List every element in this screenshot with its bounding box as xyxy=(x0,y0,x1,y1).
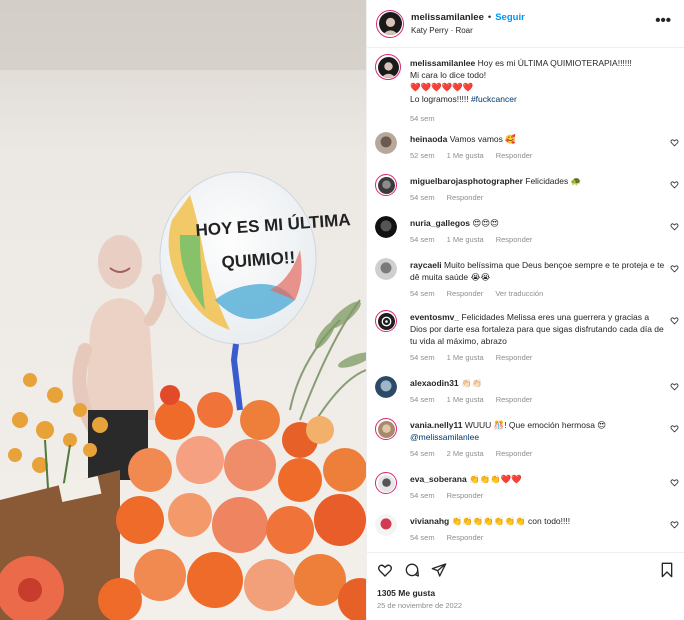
commenter-avatar[interactable] xyxy=(375,418,397,440)
comment-text: 👏👏👏❤️❤️ xyxy=(469,474,522,484)
heart-icon[interactable] xyxy=(670,222,679,231)
comment-time: 54 sem xyxy=(410,395,435,404)
translate-button[interactable]: Ver traducción xyxy=(495,289,543,298)
comment-username[interactable]: vania.nelly11 xyxy=(410,420,462,430)
comment-text: 👏👏👏👏👏👏👏 con todo!!!! xyxy=(451,516,571,526)
comment-text: 😍😍😍 xyxy=(472,218,499,228)
instagram-post: HOY ES MI ÚLTIMA QUIMIO!! melissamilanle… xyxy=(0,0,684,620)
heart-icon[interactable] xyxy=(670,520,679,529)
caption: melissamilanlee Hoy es mi ÚLTIMA QUIMIOT… xyxy=(375,54,679,123)
photo-illustration: HOY ES MI ÚLTIMA QUIMIO!! xyxy=(0,0,366,620)
post-header: melissamilanlee • Seguir Katy Perry · Ro… xyxy=(367,0,684,48)
comment-time: 54 sem xyxy=(410,449,435,458)
author-username[interactable]: melissamilanlee xyxy=(411,12,484,23)
caption-line1: Hoy es mi ÚLTIMA QUIMIOTERAPIA!!!!!! xyxy=(477,58,632,68)
reply-button[interactable]: Responder xyxy=(447,193,484,202)
likes-count[interactable]: 1305 Me gusta xyxy=(377,588,435,598)
caption-avatar[interactable] xyxy=(375,54,401,80)
comment-likes[interactable]: 1 Me gusta xyxy=(447,235,484,244)
comment-likes[interactable]: 2 Me gusta xyxy=(447,449,484,458)
reply-button[interactable]: Responder xyxy=(496,235,533,244)
post-photo[interactable]: HOY ES MI ÚLTIMA QUIMIO!! xyxy=(0,0,366,620)
commenter-avatar[interactable] xyxy=(375,514,397,536)
comment-text: Felicidades 🐢 xyxy=(525,176,582,186)
more-icon[interactable]: ••• xyxy=(655,12,671,29)
comment-time: 54 sem xyxy=(410,235,435,244)
comment-time: 54 sem xyxy=(410,533,435,542)
hashtag-link[interactable]: #fuckcancer xyxy=(471,94,517,104)
heart-icon[interactable] xyxy=(670,138,679,147)
heart-icon[interactable] xyxy=(670,382,679,391)
heart-icon[interactable] xyxy=(670,478,679,487)
commenter-avatar[interactable] xyxy=(375,472,397,494)
comment-time: 54 sem xyxy=(410,491,435,500)
reply-button[interactable]: Responder xyxy=(496,449,533,458)
commenter-avatar[interactable] xyxy=(375,174,397,196)
reply-button[interactable]: Responder xyxy=(447,491,484,500)
caption-line2: Mi cara lo dice todo! xyxy=(410,70,487,80)
heart-icon[interactable] xyxy=(670,316,679,325)
commenter-avatar[interactable] xyxy=(375,376,397,398)
comment-username[interactable]: eventosmv_ xyxy=(410,312,459,322)
reply-button[interactable]: Responder xyxy=(447,533,484,542)
comment-time: 52 sem xyxy=(410,151,435,160)
separator-dot: • xyxy=(487,12,492,23)
comment-username[interactable]: vivianahg xyxy=(410,516,449,526)
comment-text: Muito belíssima que Deus bençoe sempre e… xyxy=(410,260,665,282)
comment-time: 54 sem xyxy=(410,289,435,298)
caption-hearts: ❤️❤️❤️❤️❤️❤️ xyxy=(410,82,474,92)
heart-icon[interactable] xyxy=(670,264,679,273)
comment-text: 👏🏻👏🏻 xyxy=(461,378,483,388)
comment-username[interactable]: eva_soberana xyxy=(410,474,467,484)
comments-list[interactable]: melissamilanlee Hoy es mi ÚLTIMA QUIMIOT… xyxy=(367,48,684,550)
reply-button[interactable]: Responder xyxy=(496,395,533,404)
post-date: 25 de noviembre de 2022 xyxy=(377,601,463,610)
share-icon[interactable] xyxy=(431,562,447,578)
comment-likes[interactable]: 1 Me gusta xyxy=(447,353,484,362)
reply-button[interactable]: Responder xyxy=(496,353,533,362)
follow-button[interactable]: Seguir xyxy=(495,12,525,23)
caption-time: 54 sem xyxy=(410,114,435,123)
comment-username[interactable]: heinaoda xyxy=(410,134,447,144)
comment-text: WUUU 🎊! Que emoción hermosa 😍 xyxy=(464,420,607,430)
bookmark-icon[interactable] xyxy=(659,562,675,578)
comment-time: 54 sem xyxy=(410,353,435,362)
commenter-avatar[interactable] xyxy=(375,132,397,154)
comment-text: Vamos vamos 🥰 xyxy=(449,134,516,144)
reply-button[interactable]: Responder xyxy=(447,289,484,298)
comment-likes[interactable]: 1 Me gusta xyxy=(447,151,484,160)
comment-username[interactable]: alexaodin31 xyxy=(410,378,459,388)
comment-time: 54 sem xyxy=(410,193,435,202)
commenter-avatar[interactable] xyxy=(375,258,397,280)
heart-icon[interactable] xyxy=(670,180,679,189)
comment-username[interactable]: nuria_gallegos xyxy=(410,218,470,228)
comment-username[interactable]: raycaeli xyxy=(410,260,442,270)
commenter-avatar[interactable] xyxy=(375,310,397,332)
post-actions: 1305 Me gusta 25 de noviembre de 2022 xyxy=(367,552,684,620)
heart-icon[interactable] xyxy=(670,424,679,433)
mention-link[interactable]: @melissamilanlee xyxy=(410,432,479,442)
caption-username[interactable]: melissamilanlee xyxy=(410,58,475,68)
comment-username[interactable]: miguelbarojasphotographer xyxy=(410,176,523,186)
reply-button[interactable]: Responder xyxy=(496,151,533,160)
comment-icon[interactable] xyxy=(404,562,420,578)
post-side-panel: melissamilanlee • Seguir Katy Perry · Ro… xyxy=(366,0,684,620)
heart-icon[interactable] xyxy=(377,562,393,578)
caption-line4: Lo logramos!!!!! xyxy=(410,94,471,104)
commenter-avatar[interactable] xyxy=(375,216,397,238)
header-meta: melissamilanlee • Seguir Katy Perry · Ro… xyxy=(411,12,525,35)
comment-likes[interactable]: 1 Me gusta xyxy=(447,395,484,404)
author-avatar[interactable] xyxy=(376,9,404,38)
audio-track[interactable]: Katy Perry · Roar xyxy=(411,26,525,35)
